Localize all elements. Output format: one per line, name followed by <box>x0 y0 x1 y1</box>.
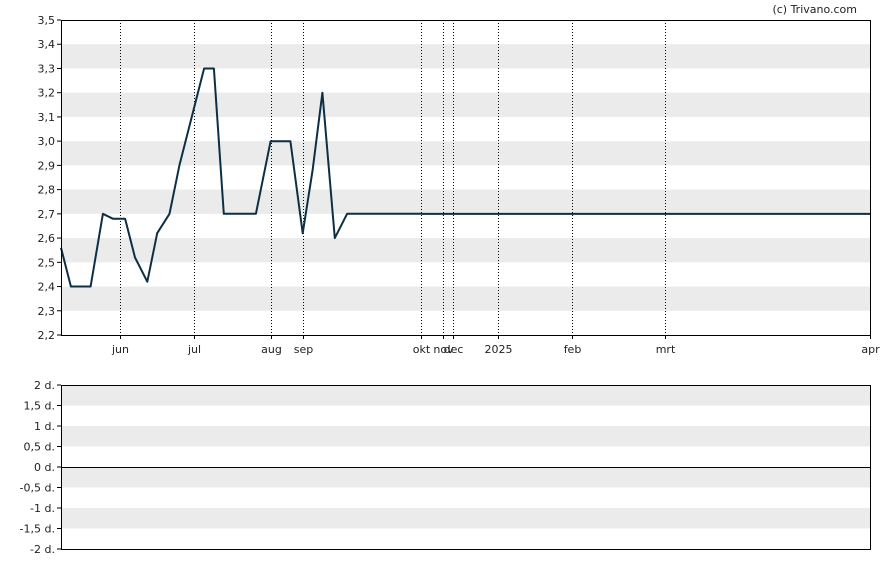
x-tick-label: okt <box>413 343 431 356</box>
x-tick-label: dec <box>444 343 464 356</box>
y-tick-label: 1,5 d. <box>24 400 55 413</box>
x-tick-label: mrt <box>656 343 676 356</box>
x-tick-label: sep <box>294 343 313 356</box>
y-tick-label: 3,0 <box>38 135 56 148</box>
y-tick-label: -1,5 d. <box>20 523 55 536</box>
grid-band <box>61 426 870 447</box>
y-tick-label: 2,2 <box>38 329 56 342</box>
sub-chart-y-ticks: 2 d. 1,5 d. 1 d. 0,5 d. 0 d. -0,5 d. -1 d. -1,5… <box>20 379 61 556</box>
y-tick-label: 2,6 <box>38 232 56 245</box>
y-tick-label: 3,1 <box>38 111 56 124</box>
y-tick-label: 2,5 <box>38 256 56 269</box>
grid-band <box>61 467 870 488</box>
y-tick-label: 3,4 <box>38 38 56 51</box>
sub-chart-bands <box>61 385 870 529</box>
grid-band <box>61 286 870 311</box>
grid-band <box>61 508 870 529</box>
x-tick-label: 2025 <box>485 343 513 356</box>
x-tick-label: apr <box>861 343 880 356</box>
y-tick-label: -1 d. <box>30 502 55 515</box>
grid-band <box>61 385 870 406</box>
y-tick-label: -2 d. <box>30 543 55 556</box>
grid-band <box>61 238 870 263</box>
grid-band <box>61 92 870 117</box>
main-chart-bands <box>61 44 870 311</box>
y-tick-label: 3,2 <box>38 87 56 100</box>
y-tick-label: 2,7 <box>38 208 56 221</box>
y-tick-label: 0 d. <box>34 461 55 474</box>
main-chart-y-ticks: 3,5 3,4 3,3 3,2 3,1 3,0 2,9 2,8 2,7 2,6 2,5 2,4 2,3 2… <box>38 14 61 342</box>
y-tick-label: 2 d. <box>34 379 55 392</box>
y-tick-label: 2,4 <box>38 281 56 294</box>
y-tick-label: 3,3 <box>38 62 56 75</box>
x-tick-label: jul <box>187 343 201 356</box>
y-tick-label: 3,5 <box>38 14 56 27</box>
x-tick-label: feb <box>564 343 582 356</box>
y-tick-label: 1 d. <box>34 420 55 433</box>
credit-label: (c) Trivano.com <box>772 3 857 16</box>
x-tick-label: aug <box>261 343 282 356</box>
main-chart-x-ticks: jun jul aug sep okt novdec 2025 feb mrt apr <box>111 335 880 356</box>
y-tick-label: 2,3 <box>38 305 56 318</box>
x-tick-label: jun <box>111 343 129 356</box>
grid-band <box>61 189 870 214</box>
y-tick-label: -0,5 d. <box>20 482 55 495</box>
y-tick-label: 0,5 d. <box>24 441 55 454</box>
y-tick-label: 2,9 <box>38 159 56 172</box>
chart-canvas: (c) Trivano.com 3,5 3,4 3,3 3,2 3,1 3,0 2,9 2,8… <box>20 3 881 556</box>
grid-band <box>61 44 870 69</box>
y-tick-label: 2,8 <box>38 184 56 197</box>
